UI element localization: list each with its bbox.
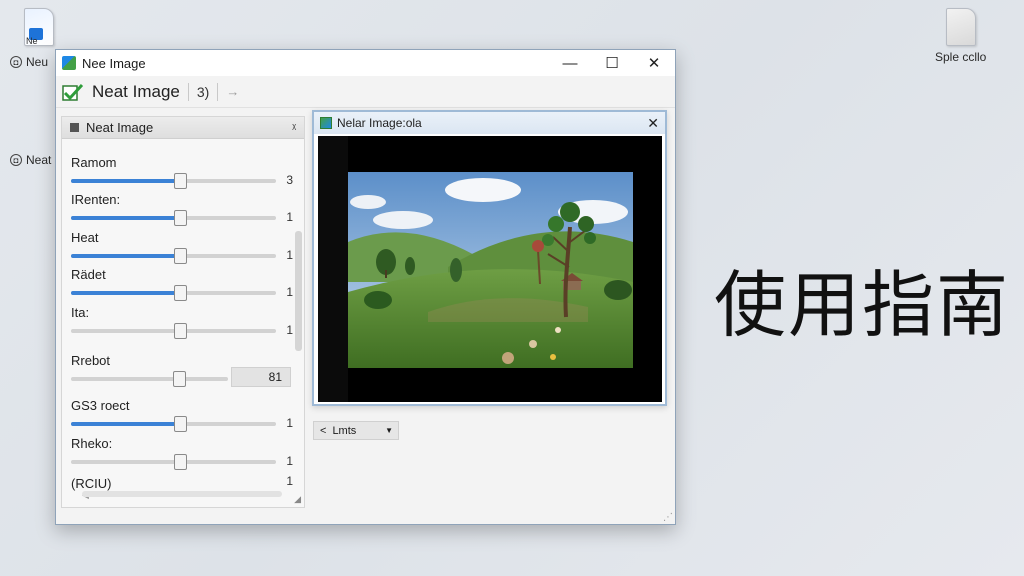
slider-thumb[interactable] bbox=[173, 285, 187, 301]
desktop-shortcut-neu[interactable]: ◘ Neu bbox=[10, 55, 48, 69]
slider-fill bbox=[71, 216, 180, 220]
vertical-scrollbar[interactable] bbox=[295, 231, 302, 351]
shortcut-label: Neat bbox=[26, 153, 52, 167]
window-title: Nee Image bbox=[82, 55, 146, 71]
panel-header: Neat Image ᵡ bbox=[62, 117, 304, 139]
slider-thumb[interactable] bbox=[173, 248, 187, 264]
desktop-icon-sple-ccllo[interactable]: Sple ccllo bbox=[935, 8, 986, 64]
slider-row: IRenten: 1 bbox=[71, 192, 293, 228]
panel-square-icon bbox=[70, 123, 79, 132]
slider-row: GS3 roect 1 bbox=[71, 398, 293, 434]
slider-track[interactable] bbox=[71, 416, 276, 432]
neat-image-window: Nee Image — ☐ ✕ Neat Image 3) → Neat Ima… bbox=[55, 49, 676, 525]
toolbar-divider bbox=[187, 82, 189, 101]
slider-thumb[interactable] bbox=[173, 371, 187, 387]
slider-track[interactable] bbox=[71, 323, 276, 339]
close-button[interactable]: ✕ bbox=[633, 50, 675, 76]
window-resize-grip-icon[interactable]: ⋰ bbox=[663, 512, 673, 523]
settings-panel: Neat Image ᵡ Ramom 3 IRenten: 1 Heat 1 Rädet 1 I… bbox=[61, 116, 305, 508]
slider-fill bbox=[71, 291, 180, 295]
slider-thumb[interactable] bbox=[173, 210, 187, 226]
arrow-right-icon[interactable]: → bbox=[226, 84, 239, 99]
slider-track[interactable] bbox=[71, 454, 276, 470]
resize-grip-icon[interactable]: ◢ bbox=[294, 494, 301, 505]
slider-row: Ramom 3 bbox=[71, 155, 293, 191]
slider-track[interactable] bbox=[71, 173, 276, 189]
slider-value: 1 bbox=[286, 210, 293, 224]
guide-heading: 使用指南 bbox=[714, 263, 1011, 347]
dropdown-value: Lmts bbox=[332, 424, 357, 437]
desktop-shortcut-neat[interactable]: ◘ Neat bbox=[10, 153, 51, 167]
toolbar-count[interactable]: 3) bbox=[197, 84, 209, 100]
desktop-icon-ne[interactable]: Ne bbox=[24, 8, 54, 46]
slider-thumb[interactable] bbox=[173, 173, 187, 189]
shortcut-icon: ◘ bbox=[10, 56, 22, 68]
horizontal-scrollbar[interactable] bbox=[82, 491, 282, 497]
landscape-photo bbox=[348, 172, 633, 368]
app-icon bbox=[62, 56, 76, 70]
preview-title-bar[interactable]: Nelar Image:ola ✕ bbox=[314, 112, 665, 134]
desktop-icon-label: Ne bbox=[26, 36, 38, 46]
slider-row: Rheko: 1 bbox=[71, 436, 293, 472]
slider-fill bbox=[71, 422, 180, 426]
image-icon bbox=[320, 117, 332, 129]
title-bar[interactable]: Nee Image — ☐ ✕ bbox=[56, 50, 675, 76]
toolbar-title: Neat Image bbox=[92, 81, 180, 101]
desktop-icon-label: Sple ccllo bbox=[935, 50, 987, 64]
blank-file-icon bbox=[945, 8, 976, 46]
preview-title: Nelar Image:ola bbox=[337, 116, 422, 130]
slider-label: GS3 roect bbox=[71, 398, 130, 413]
slider-fill bbox=[71, 179, 180, 183]
preview-close-button[interactable]: ✕ bbox=[647, 115, 659, 132]
slider-label: (RCIU) bbox=[71, 476, 112, 491]
slider-value: 1 bbox=[286, 285, 293, 299]
slider-value: 1 bbox=[286, 474, 293, 488]
slider-value: 1 bbox=[286, 323, 293, 337]
chevron-left-icon: < bbox=[320, 424, 327, 437]
shortcut-label: Neu bbox=[26, 55, 49, 69]
slider-value: 1 bbox=[286, 416, 293, 430]
slider-thumb[interactable] bbox=[173, 323, 187, 339]
slider-label: Heat bbox=[71, 230, 99, 245]
slider-track[interactable] bbox=[71, 285, 276, 301]
slider-label: IRenten: bbox=[71, 192, 121, 207]
slider-thumb[interactable] bbox=[173, 416, 187, 432]
image-preview-window: Nelar Image:ola ✕ bbox=[312, 110, 667, 406]
slider-row: Rädet 1 bbox=[71, 267, 293, 303]
slider-track[interactable] bbox=[71, 371, 228, 387]
toolbar-divider bbox=[217, 82, 219, 101]
maximize-button[interactable]: ☐ bbox=[591, 50, 633, 76]
panel-title: Neat Image bbox=[86, 120, 154, 135]
image-viewer bbox=[318, 136, 662, 402]
slider-label: Ramom bbox=[71, 155, 117, 170]
slider-label: Ita: bbox=[71, 305, 90, 320]
slider-value: 1 bbox=[286, 248, 293, 262]
slider-value: 1 bbox=[286, 454, 293, 468]
slider-fill bbox=[71, 254, 180, 258]
slider-label: Rädet bbox=[71, 267, 106, 282]
slider-row: Rrebot 81 bbox=[71, 353, 293, 389]
slider-row: Heat 1 bbox=[71, 230, 293, 266]
value-input[interactable]: 81 bbox=[231, 367, 291, 387]
pin-icon[interactable]: ᵡ bbox=[292, 122, 296, 134]
slider-row: Ita: 1 bbox=[71, 305, 293, 341]
slider-track[interactable] bbox=[71, 248, 276, 264]
slider-thumb[interactable] bbox=[173, 454, 187, 470]
limits-dropdown[interactable]: < Lmts ▼ bbox=[313, 421, 399, 440]
slider-track[interactable] bbox=[71, 210, 276, 226]
shortcut-icon: ◘ bbox=[10, 154, 22, 166]
chevron-down-icon: ▼ bbox=[385, 426, 393, 435]
viewer-margin bbox=[318, 136, 348, 402]
slider-label: Rheko: bbox=[71, 436, 113, 451]
minimize-button[interactable]: — bbox=[549, 50, 591, 76]
slider-value: 3 bbox=[286, 173, 293, 187]
check-icon bbox=[62, 83, 84, 101]
toolbar: Neat Image 3) → bbox=[56, 76, 675, 108]
